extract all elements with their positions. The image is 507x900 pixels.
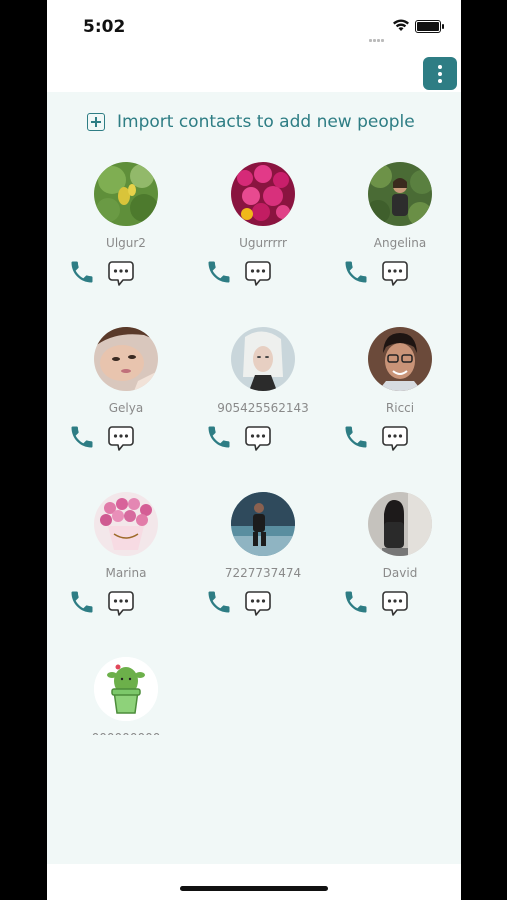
contacts-panel: Import contacts to add new people Ulgur2	[47, 92, 461, 864]
phone-icon[interactable]	[342, 258, 370, 286]
message-icon[interactable]	[106, 258, 136, 288]
status-time: 5:02	[83, 17, 126, 37]
contact-avatar[interactable]	[368, 162, 432, 226]
more-dots-icon	[438, 64, 442, 69]
contact-name: Ricci	[385, 401, 415, 415]
contact-avatar[interactable]	[94, 657, 158, 721]
phone-icon[interactable]	[68, 258, 96, 286]
contact-name: David	[382, 566, 418, 580]
contact-avatar[interactable]	[231, 492, 295, 556]
phone-icon[interactable]	[68, 423, 96, 451]
cellular-signal-icon	[369, 29, 385, 47]
import-contacts-label: Import contacts to add new people	[117, 112, 415, 132]
contact-avatar[interactable]	[94, 492, 158, 556]
home-indicator	[180, 886, 328, 891]
battery-icon	[415, 20, 444, 33]
contact-name: 000000000	[68, 731, 184, 735]
contact-name: Ugurrrrr	[239, 236, 287, 250]
phone-icon[interactable]	[205, 423, 233, 451]
contact-avatar[interactable]	[368, 327, 432, 391]
contact-avatar[interactable]	[368, 492, 432, 556]
contact-avatar[interactable]	[231, 327, 295, 391]
phone-icon[interactable]	[205, 258, 233, 286]
message-icon[interactable]	[106, 423, 136, 453]
contact-avatar[interactable]	[94, 162, 158, 226]
contact-name: 905425562143	[217, 401, 309, 415]
phone-icon[interactable]	[342, 423, 370, 451]
phone-screen: 5:02 Import contacts to add new people U…	[47, 0, 461, 900]
phone-icon[interactable]	[342, 588, 370, 616]
message-icon[interactable]	[243, 258, 273, 288]
contact-name: Gelya	[108, 401, 144, 415]
contact-name: Angelina	[373, 236, 427, 250]
status-bar: 5:02	[47, 0, 461, 50]
more-options-button[interactable]	[423, 57, 457, 90]
phone-icon[interactable]	[68, 588, 96, 616]
contact-avatar[interactable]	[94, 327, 158, 391]
contact-name: Ulgur2	[106, 236, 146, 250]
message-icon[interactable]	[106, 588, 136, 618]
message-icon[interactable]	[243, 423, 273, 453]
contact-name: Marina	[105, 566, 147, 580]
add-square-icon	[87, 113, 105, 131]
contact-card: 000000000	[68, 657, 188, 735]
contact-name: 7227737474	[224, 566, 302, 580]
message-icon[interactable]	[243, 588, 273, 618]
message-icon[interactable]	[380, 423, 410, 453]
message-icon[interactable]	[380, 258, 410, 288]
contact-avatar[interactable]	[231, 162, 295, 226]
phone-icon[interactable]	[205, 588, 233, 616]
wifi-icon	[393, 19, 409, 31]
message-icon[interactable]	[380, 588, 410, 618]
import-contacts-button[interactable]: Import contacts to add new people	[87, 112, 415, 132]
